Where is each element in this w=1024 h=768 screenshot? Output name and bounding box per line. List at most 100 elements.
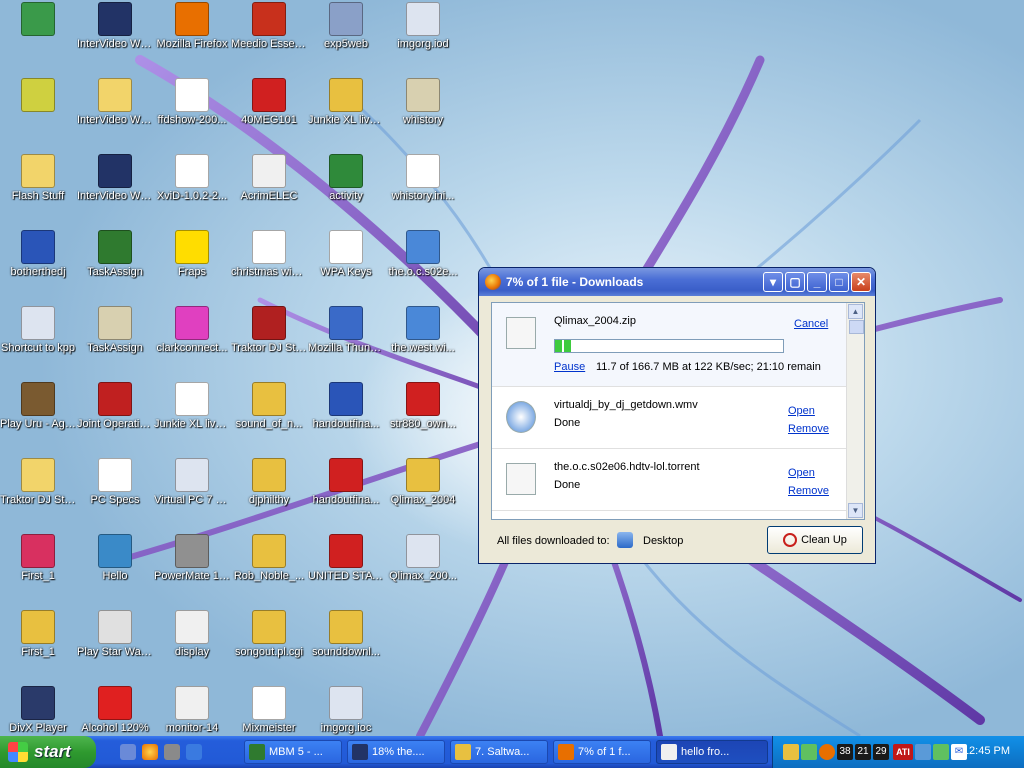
desktop-icon[interactable]: Alcohol 120% <box>77 686 153 735</box>
desktop-icon[interactable]: christmas wish list <box>231 230 307 279</box>
desktop-icon[interactable]: whistory.ini... <box>385 154 461 203</box>
desktop-icon[interactable]: str880_own... <box>385 382 461 431</box>
firefox-icon[interactable] <box>142 744 158 760</box>
desktop-icon[interactable]: PowerMate 1.5.2 <box>154 534 230 583</box>
restore-button[interactable]: ▢ <box>785 272 805 292</box>
taskbar-button[interactable]: 7% of 1 f... <box>553 740 651 764</box>
desktop-icon[interactable]: Shortcut to kpp <box>0 306 76 355</box>
close-button[interactable]: ✕ <box>851 272 871 292</box>
taskbar-button[interactable]: 7. Saltwa... <box>450 740 548 764</box>
tray-number-2[interactable]: 21 <box>855 744 871 760</box>
start-button[interactable]: start <box>0 736 96 768</box>
clock[interactable]: 12:45 PM <box>963 745 1010 757</box>
desktop-icon[interactable]: WPA Keys <box>308 230 384 279</box>
download-item-active[interactable]: Qlimax_2004.zip Cancel Pause 11.7 of 166… <box>492 303 848 387</box>
desktop-icon[interactable]: Junkie XL live@013... <box>308 78 384 127</box>
desktop-icon[interactable]: exp5web <box>308 2 384 51</box>
desktop-icon[interactable]: sounddownl... <box>308 610 384 659</box>
desktop-icon[interactable]: Qlimax_200... <box>385 534 461 583</box>
desktop-icon[interactable]: Flash Stuff <box>0 154 76 203</box>
desktop-icon[interactable]: XviD-1.0.2-2... <box>154 154 230 203</box>
desktop-icon[interactable]: handoutfina... <box>308 458 384 507</box>
tray-app-icon[interactable] <box>933 744 949 760</box>
desktop-icon[interactable]: whistory <box>385 78 461 127</box>
ati-icon[interactable]: ATI <box>893 744 913 760</box>
desktop-icon[interactable]: First_1 <box>0 610 76 659</box>
desktop-icon[interactable]: InterVideo WinDVD... <box>77 2 153 51</box>
desktop-icon[interactable]: imgorg.ioc <box>308 686 384 735</box>
desktop-icon[interactable]: sound_of_n... <box>231 382 307 431</box>
tray-app-icon[interactable] <box>915 744 931 760</box>
desktop-icon[interactable]: imgorg.iod <box>385 2 461 51</box>
desktop-icon[interactable]: Mozilla Thunderbird <box>308 306 384 355</box>
desktop-icon[interactable]: Mixmeister <box>231 686 307 735</box>
desktop-icon[interactable] <box>0 2 76 38</box>
desktop-icon[interactable]: Fraps <box>154 230 230 279</box>
desktop-icon[interactable]: the.west.wi... <box>385 306 461 355</box>
desktop-icon[interactable]: UNITED STATES... <box>308 534 384 583</box>
desktop-icon[interactable]: songout.pl.cgi <box>231 610 307 659</box>
taskbar-button[interactable]: hello fro... <box>656 740 768 764</box>
remove-link[interactable]: Remove <box>788 485 829 497</box>
network-icon[interactable] <box>164 744 180 760</box>
desktop-icon[interactable]: PC Specs <box>77 458 153 507</box>
desktop-icon[interactable]: Junkie XL live 013 tilburg 0... <box>154 382 230 431</box>
desktop-icon[interactable]: ffdshow-200... <box>154 78 230 127</box>
taskbar-button[interactable]: MBM 5 - ... <box>244 740 342 764</box>
desktop-icon[interactable]: Traktor DJ Studio 2 <box>231 306 307 355</box>
desktop-icon[interactable]: 40MEG101 <box>231 78 307 127</box>
desktop-icon[interactable]: djphilthy <box>231 458 307 507</box>
window-menu-button[interactable]: ▾ <box>763 272 783 292</box>
browser-icon[interactable] <box>186 744 202 760</box>
desktop-icon[interactable]: Traktor DJ Studio v2.0... <box>0 458 76 507</box>
minimize-button[interactable]: _ <box>807 272 827 292</box>
desktop-icon[interactable]: clarkconnect... <box>154 306 230 355</box>
desktop-icon[interactable]: AcrimELEC <box>231 154 307 203</box>
scroll-down-button[interactable]: ▼ <box>848 503 863 518</box>
desktop-icon[interactable] <box>0 78 76 114</box>
tray-number-3[interactable]: 29 <box>873 744 889 760</box>
pause-link[interactable]: Pause <box>554 361 585 373</box>
desktop-icon[interactable]: TaskAssign <box>77 306 153 355</box>
maximize-button[interactable]: □ <box>829 272 849 292</box>
open-link[interactable]: Open <box>788 405 815 417</box>
desktop-icon[interactable]: DivX Player <box>0 686 76 735</box>
download-item[interactable]: virtualdj_by_dj_getdown.wmv Done Open Re… <box>492 387 848 449</box>
tray-app-icon[interactable] <box>801 744 817 760</box>
desktop-icon[interactable]: First_1 <box>0 534 76 583</box>
remove-link[interactable]: Remove <box>788 423 829 435</box>
clean-up-button[interactable]: Clean Up <box>767 526 863 554</box>
desktop-icon[interactable]: Virtual PC 7 Final.dmg <box>154 458 230 507</box>
desktop-icon[interactable]: Qlimax_2004 <box>385 458 461 507</box>
desktop-icon[interactable]: Meedio Essentials <box>231 2 307 51</box>
desktop-icon[interactable]: handoutfina... <box>308 382 384 431</box>
desktop-icon[interactable]: Mozilla Firefox <box>154 2 230 51</box>
desktop-icon[interactable]: Play Star Wars Battlefront <box>77 610 153 659</box>
desktop-icon[interactable]: the.o.c.s02e... <box>385 230 461 279</box>
downloads-list[interactable]: Qlimax_2004.zip Cancel Pause 11.7 of 166… <box>491 302 865 520</box>
desktop-icon[interactable]: botherthedj <box>0 230 76 279</box>
desktop-icon[interactable]: monitor-14 <box>154 686 230 735</box>
desktop-icon[interactable]: InterVideo WinDVD... <box>77 154 153 203</box>
desktop-icon[interactable]: Joint Operations ... <box>77 382 153 431</box>
open-link[interactable]: Open <box>788 467 815 479</box>
desktop-icon[interactable]: activity <box>308 154 384 203</box>
tray-app-icon[interactable] <box>819 744 835 760</box>
downloads-window[interactable]: 7% of 1 file - Downloads ▾ ▢ _ □ ✕ Qlima… <box>478 267 876 564</box>
taskbar-button[interactable]: 18% the.... <box>347 740 445 764</box>
tray-number-1[interactable]: 38 <box>837 744 853 760</box>
desktop-icon[interactable]: Rob_Noble_... <box>231 534 307 583</box>
desktop-icon[interactable]: TaskAssign <box>77 230 153 279</box>
show-desktop-icon[interactable] <box>120 744 136 760</box>
desktop-icon[interactable]: Hello <box>77 534 153 583</box>
scroll-up-button[interactable]: ▲ <box>848 304 863 319</box>
download-item[interactable]: the.o.c.s02e06.hdtv-lol.torrent Done Ope… <box>492 449 848 511</box>
vertical-scrollbar[interactable]: ▲ ▼ <box>846 303 864 519</box>
desktop-icon[interactable]: Play Uru - Ages Beyond Myst <box>0 382 76 431</box>
desktop-icon[interactable]: display <box>154 610 230 659</box>
title-bar[interactable]: 7% of 1 file - Downloads ▾ ▢ _ □ ✕ <box>479 268 875 296</box>
scroll-thumb[interactable] <box>849 320 864 334</box>
cancel-link[interactable]: Cancel <box>794 318 828 330</box>
desktop-icon[interactable]: InterVideo WinDVD ... <box>77 78 153 127</box>
tray-app-icon[interactable] <box>783 744 799 760</box>
